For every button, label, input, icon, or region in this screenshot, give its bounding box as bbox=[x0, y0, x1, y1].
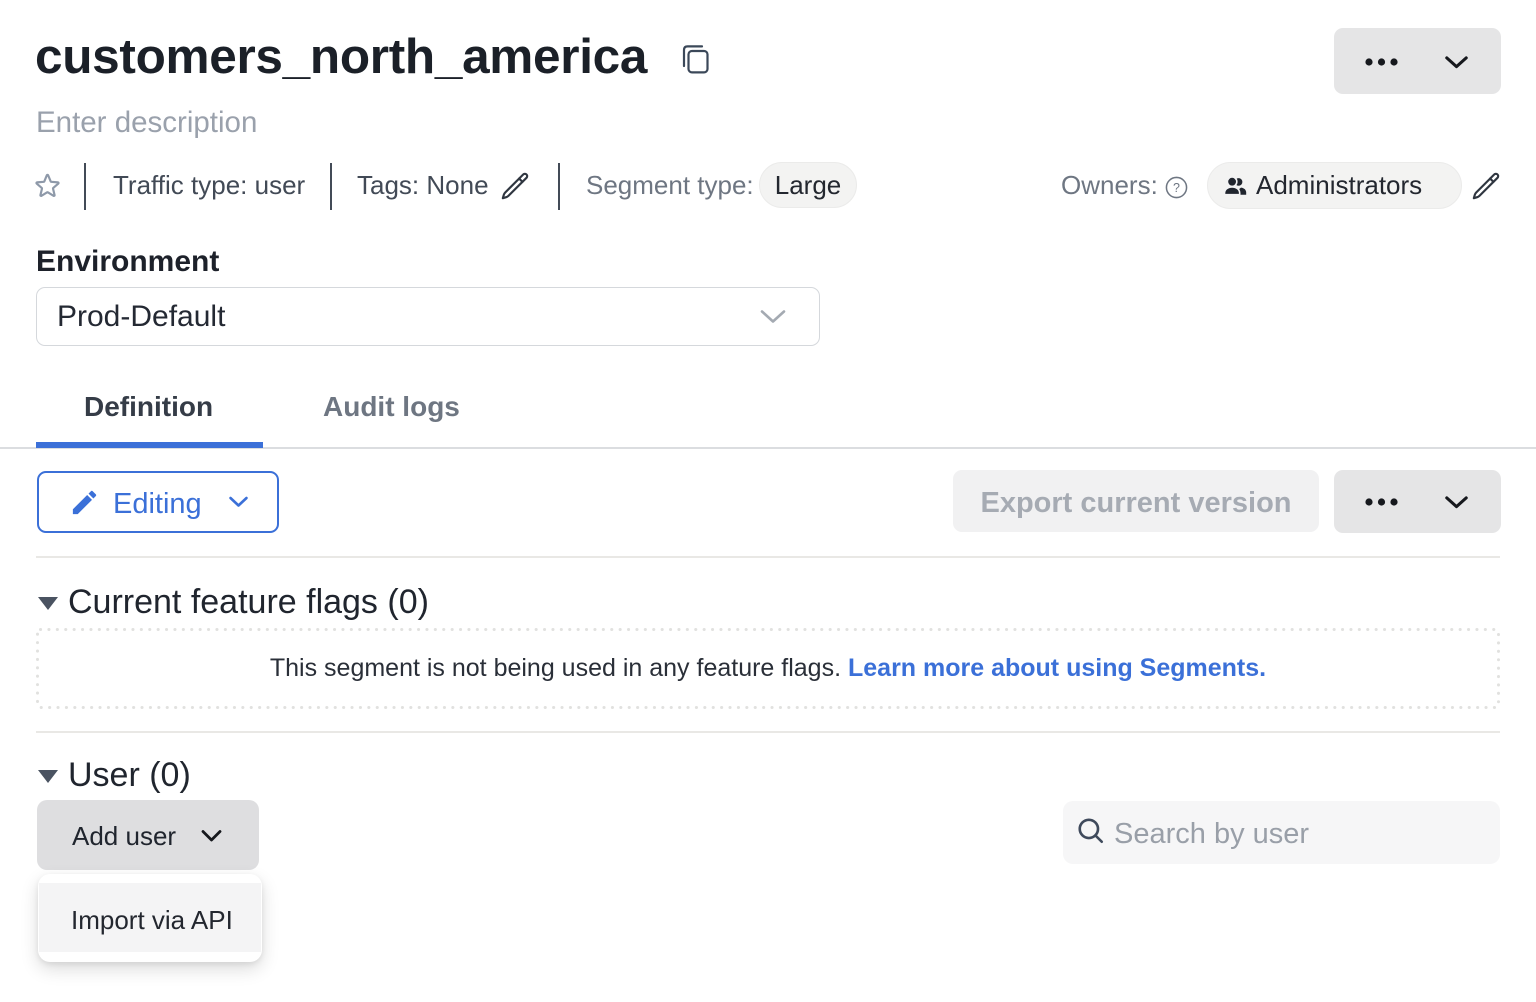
svg-text:?: ? bbox=[1173, 181, 1180, 195]
